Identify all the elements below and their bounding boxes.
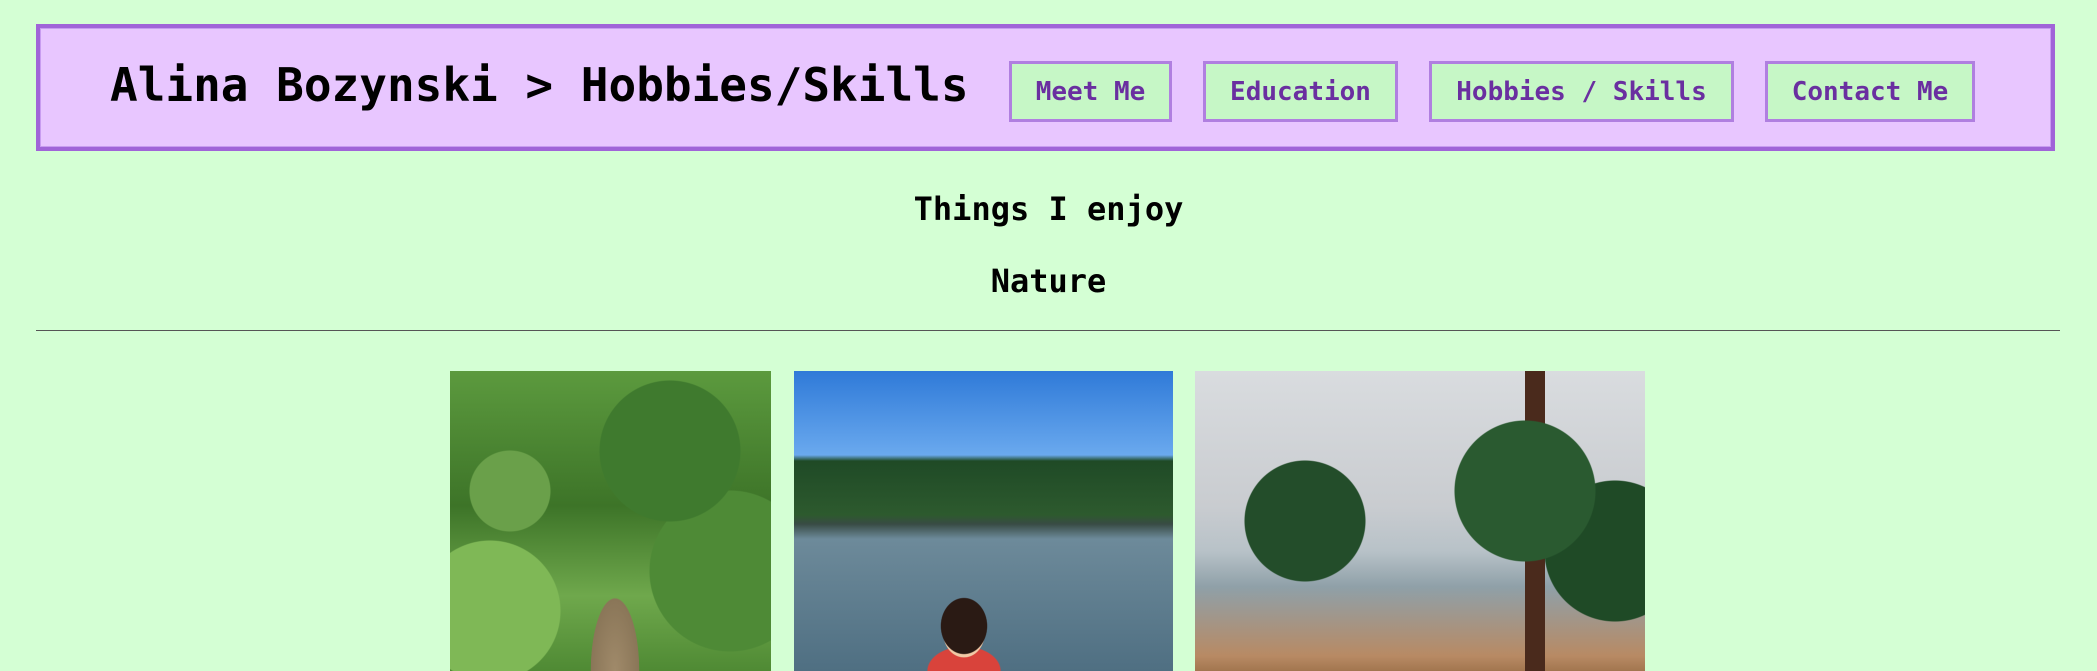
pine-trees-lake-photo [1195, 371, 1645, 671]
page-title: Alina Bozynski > Hobbies/Skills [110, 58, 969, 112]
nature-trail-photo [450, 371, 771, 671]
nav-hobbies-skills-button[interactable]: Hobbies / Skills [1429, 61, 1734, 122]
divider [36, 330, 2060, 331]
site-header: Alina Bozynski > Hobbies/Skills Meet Me … [36, 24, 2055, 151]
nav-education-button[interactable]: Education [1203, 61, 1398, 122]
lake-kayak-photo [794, 371, 1173, 671]
nav-meet-me-button[interactable]: Meet Me [1009, 61, 1172, 122]
section-subheading: Nature [990, 262, 1107, 300]
nav-contact-me-button[interactable]: Contact Me [1765, 61, 1975, 122]
section-heading: Things I enjoy [913, 190, 1184, 228]
